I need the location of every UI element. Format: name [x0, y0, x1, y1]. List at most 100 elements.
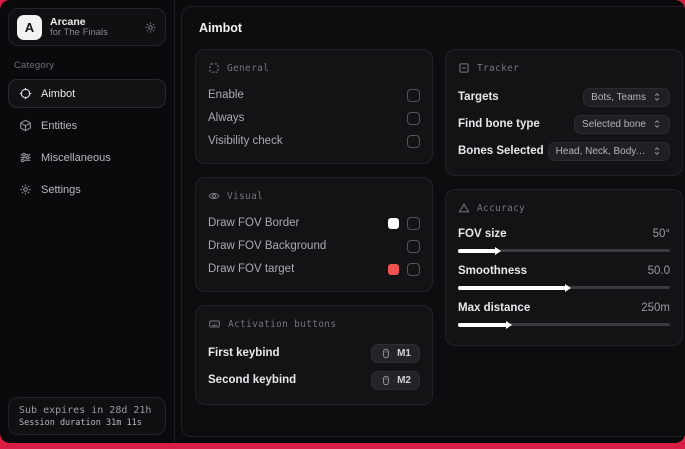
right-column: Tracker Targets Bots, Teams Find bone ty…: [445, 49, 683, 346]
accuracy-card-header: Accuracy: [458, 202, 670, 214]
card-title: Activation buttons: [228, 318, 337, 330]
brand-card: A Arcane for The Finals: [8, 8, 166, 46]
first-keybind-button[interactable]: M1: [371, 343, 420, 363]
brand-gear-icon[interactable]: [144, 21, 157, 34]
card-title: Tracker: [477, 62, 520, 74]
main-area: Aimbot General Enable Always Visibility …: [175, 0, 685, 443]
mouse-icon: [380, 375, 392, 386]
setting-label: Max distance: [458, 302, 531, 314]
sidebar-item-label: Settings: [41, 183, 81, 196]
setting-label: Enable: [208, 89, 244, 101]
setting-label: Find bone type: [458, 118, 540, 130]
setting-row-draw-fov-background: Draw FOV Background: [208, 235, 420, 257]
activation-card-header: Activation buttons: [208, 318, 420, 330]
chevrons-up-down-icon: [652, 119, 662, 129]
dashed-square-icon: [208, 62, 220, 74]
setting-row-bones-selected: Bones Selected Head, Neck, Body, Pe..: [458, 138, 670, 164]
dropdown-value: Head, Neck, Body, Pe..: [555, 145, 646, 157]
main-panel: Aimbot General Enable Always Visibility …: [181, 6, 685, 437]
triangle-icon: [458, 202, 470, 214]
draw-fov-border-checkbox[interactable]: [407, 216, 420, 230]
visual-card: Visual Draw FOV Border Draw FOV Backgrou…: [195, 177, 433, 292]
setting-row-draw-fov-target: Draw FOV target: [208, 258, 420, 280]
page-title: Aimbot: [199, 21, 243, 35]
general-card: General Enable Always Visibility check: [195, 49, 433, 164]
targets-dropdown[interactable]: Bots, Teams: [583, 87, 670, 107]
sidebar-item-label: Aimbot: [41, 87, 76, 100]
visibility-check-checkbox[interactable]: [407, 134, 420, 148]
sidebar-item-aimbot[interactable]: Aimbot: [8, 79, 166, 108]
setting-row-draw-fov-border: Draw FOV Border: [208, 212, 420, 234]
setting-label: Smoothness: [458, 265, 528, 277]
always-checkbox[interactable]: [407, 111, 420, 125]
keybind-value: M2: [397, 374, 411, 386]
draw-fov-background-checkbox[interactable]: [407, 239, 420, 253]
app-logo: A: [17, 14, 42, 40]
app-subtitle: for The Finals: [50, 26, 108, 38]
box-icon: [19, 119, 32, 132]
sidebar: A Arcane for The Finals Category Aimbot: [0, 0, 175, 443]
sidebar-item-miscellaneous[interactable]: Miscellaneous: [8, 143, 166, 172]
setting-row-visibility-check: Visibility check: [208, 130, 420, 152]
subscription-expiry: Sub expires in 28d 21h: [19, 404, 152, 416]
setting-row-fov-size: FOV size 50°: [458, 224, 670, 253]
chevrons-up-down-icon: [652, 146, 662, 156]
setting-row-targets: Targets Bots, Teams: [458, 84, 670, 110]
smoothness-slider[interactable]: [458, 285, 670, 290]
setting-row-find-bone-type: Find bone type Selected bone: [458, 111, 670, 137]
brand-text: Arcane for The Finals: [50, 16, 136, 39]
fov-target-color-swatch[interactable]: [388, 263, 399, 275]
find-bone-type-dropdown[interactable]: Selected bone: [574, 114, 670, 134]
slider-value: 50.0: [647, 265, 670, 277]
setting-label: Draw FOV Background: [208, 240, 327, 252]
slider-value: 50°: [652, 228, 670, 240]
setting-label: FOV size: [458, 228, 507, 240]
setting-label: Always: [208, 112, 245, 124]
slider-fill: [458, 248, 497, 253]
setting-label: Bones Selected: [458, 145, 544, 157]
enable-checkbox[interactable]: [407, 88, 420, 102]
activation-card: Activation buttons First keybind M1 Seco…: [195, 305, 433, 405]
fov-border-color-swatch[interactable]: [388, 217, 399, 229]
setting-row-smoothness: Smoothness 50.0: [458, 261, 670, 290]
slider-fill: [458, 285, 567, 290]
draw-fov-target-checkbox[interactable]: [407, 262, 420, 276]
left-column: General Enable Always Visibility check V…: [195, 49, 433, 405]
max-distance-slider[interactable]: [458, 322, 670, 327]
setting-label: Draw FOV target: [208, 263, 295, 275]
sidebar-item-label: Miscellaneous: [41, 151, 111, 164]
card-title: Accuracy: [477, 202, 526, 214]
category-label: Category: [14, 60, 55, 71]
second-keybind-button[interactable]: M2: [371, 370, 420, 390]
dropdown-value: Selected bone: [582, 118, 646, 130]
fov-size-slider[interactable]: [458, 248, 670, 253]
keyboard-icon: [208, 318, 221, 330]
accuracy-card: Accuracy FOV size 50° Smoothness 50.0 Ma…: [445, 189, 683, 346]
bones-selected-dropdown[interactable]: Head, Neck, Body, Pe..: [547, 141, 670, 161]
card-title: Visual: [227, 190, 264, 202]
visual-card-header: Visual: [208, 190, 420, 202]
sidebar-item-settings[interactable]: Settings: [8, 175, 166, 204]
chevrons-up-down-icon: [652, 92, 662, 102]
dropdown-value: Bots, Teams: [591, 91, 646, 103]
gear-icon: [19, 183, 32, 196]
setting-label: Draw FOV Border: [208, 217, 300, 229]
general-card-header: General: [208, 62, 420, 74]
tracker-card-header: Tracker: [458, 62, 670, 74]
sidebar-item-entities[interactable]: Entities: [8, 111, 166, 140]
setting-label: Second keybind: [208, 374, 297, 386]
crosshair-icon: [19, 87, 32, 100]
tracker-card: Tracker Targets Bots, Teams Find bone ty…: [445, 49, 683, 176]
setting-row-first-keybind: First keybind M1: [208, 340, 420, 366]
slider-fill: [458, 322, 507, 327]
setting-row-enable: Enable: [208, 84, 420, 106]
sliders-icon: [19, 151, 32, 164]
session-duration: Session duration 31m 11s: [19, 417, 142, 428]
setting-label: Visibility check: [208, 135, 283, 147]
subscription-card: Sub expires in 28d 21h Session duration …: [8, 397, 166, 435]
setting-row-always: Always: [208, 107, 420, 129]
setting-label: Targets: [458, 91, 499, 103]
slider-value: 250m: [641, 302, 670, 314]
mouse-icon: [380, 348, 392, 359]
card-title: General: [227, 62, 270, 74]
